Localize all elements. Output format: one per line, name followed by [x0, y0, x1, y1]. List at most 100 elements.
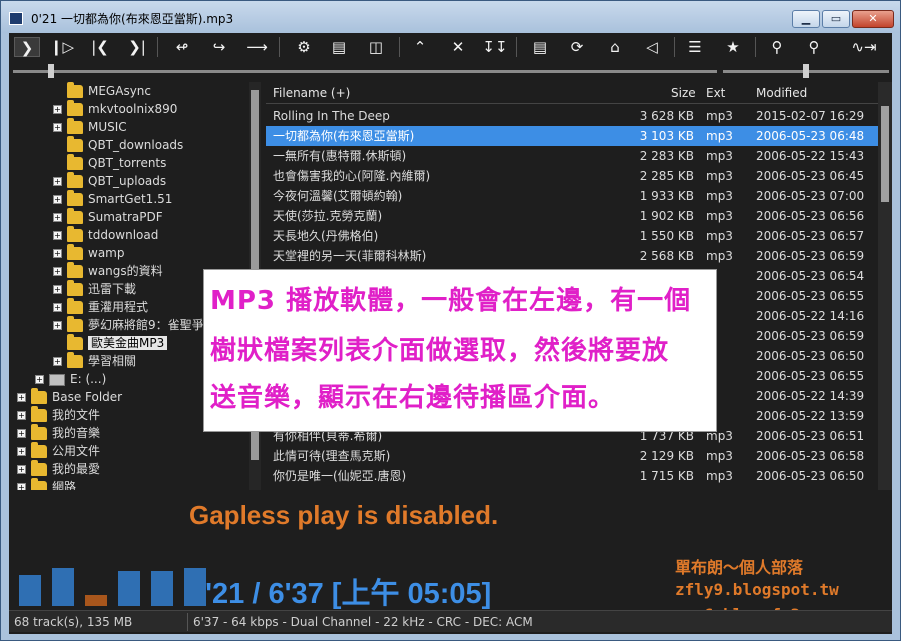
list-scroll-thumb[interactable] — [881, 106, 889, 202]
tree-item-label: wamp — [88, 246, 125, 260]
list-row[interactable]: 天長地久(丹佛格伯) 1 550 KB mp3 2006-05-23 06:57 — [266, 226, 878, 246]
expand-icon[interactable]: + — [35, 375, 44, 384]
tree-item[interactable]: + SmartGet1.51 — [53, 190, 172, 208]
sidebar-icon[interactable]: ◫ — [363, 37, 389, 57]
close-button[interactable]: ✕ — [852, 10, 894, 28]
row-modified: 2006-05-23 06:56 — [756, 209, 865, 223]
tree-item[interactable]: 歐美金曲MP3 — [53, 334, 168, 352]
tree-item[interactable]: MEGAsync — [53, 82, 151, 100]
expand-icon[interactable]: + — [17, 429, 26, 438]
tree-item[interactable]: QBT_torrents — [53, 154, 166, 172]
zoom-icon[interactable]: ⚲ — [801, 37, 827, 57]
tree-item[interactable]: + wamp — [53, 244, 124, 262]
refresh-icon[interactable]: ⟳ — [564, 37, 590, 57]
star-icon[interactable]: ★ — [720, 37, 746, 57]
visualizer-icon[interactable]: ∿⇥ — [843, 37, 885, 57]
header-filename[interactable]: Filename (+) — [273, 86, 350, 100]
seek-track[interactable] — [13, 70, 717, 73]
play-pause-icon[interactable]: ❙▷ — [49, 37, 75, 57]
sort-icon[interactable]: ↧↧ — [482, 37, 508, 57]
list-row[interactable]: 也會傷害我的心(阿隆.內維爾) 2 285 KB mp3 2006-05-23 06:… — [266, 166, 878, 186]
expand-icon[interactable]: + — [17, 465, 26, 474]
list-scrollbar[interactable] — [878, 82, 892, 490]
expand-icon[interactable]: + — [53, 123, 62, 132]
title-bar[interactable]: 0'21 一切都為你(布來恩亞當斯).mp3 ▁ ▭ ✕ — [1, 1, 900, 33]
panel-icon[interactable]: ▤ — [527, 37, 553, 57]
status-tracks: 68 track(s), 135 MB — [14, 615, 133, 629]
home-icon[interactable]: ⌂ — [602, 37, 628, 57]
list-row[interactable]: 你仍是唯一(仙妮亞.唐恩) 1 715 KB mp3 2006-05-23 06:50 — [266, 466, 878, 486]
expand-icon[interactable]: + — [53, 357, 62, 366]
tree-item[interactable]: QBT_downloads — [53, 136, 183, 154]
expand-icon[interactable]: + — [53, 195, 62, 204]
visualizer-bar — [52, 568, 74, 606]
tree-item[interactable]: + 我的最愛 — [17, 460, 100, 478]
expand-icon[interactable]: + — [53, 267, 62, 276]
list-row[interactable]: 今夜何溫馨(艾爾頓約翰) 1 933 KB mp3 2006-05-23 07:00 — [266, 186, 878, 206]
tree-item[interactable]: + 學習相關 — [53, 352, 136, 370]
header-ext[interactable]: Ext — [706, 86, 725, 100]
tree-item[interactable]: + 公用文件 — [17, 442, 100, 460]
maximize-button[interactable]: ▭ — [822, 10, 850, 28]
tree-item[interactable]: + 迅雷下載 — [53, 280, 136, 298]
row-modified: 2006-05-22 14:16 — [756, 309, 865, 323]
expand-icon[interactable]: + — [17, 411, 26, 420]
tree-item[interactable]: + 夢幻麻將館9：雀聖爭 — [53, 316, 204, 334]
row-ext: mp3 — [706, 109, 733, 123]
tree-item[interactable]: + E: (...) — [35, 370, 106, 388]
close-icon[interactable]: ✕ — [445, 37, 471, 57]
toolbar-separator — [157, 37, 158, 57]
play-icon[interactable]: ❯ — [14, 37, 40, 57]
list-row[interactable]: 此情可待(理查馬克斯) 2 129 KB mp3 2006-05-23 06:58 — [266, 446, 878, 466]
repeat-arrow-icon[interactable]: ⟶ — [244, 37, 270, 57]
row-ext: mp3 — [706, 469, 733, 483]
app-icon[interactable] — [9, 12, 23, 25]
playlist-icon[interactable]: ☰ — [682, 37, 708, 57]
tree-item[interactable]: + 我的音樂 — [17, 424, 100, 442]
volume-knob[interactable] — [803, 64, 809, 78]
tree-item[interactable]: + wangs的資料 — [53, 262, 163, 280]
tree-item[interactable]: + tddownload — [53, 226, 158, 244]
row-filename: 也會傷害我的心(阿隆.內維爾) — [273, 169, 431, 183]
expand-icon[interactable]: + — [17, 483, 26, 490]
header-modified[interactable]: Modified — [756, 86, 807, 100]
add-folder-icon[interactable]: ↪ — [206, 37, 232, 57]
list-row[interactable]: Rolling In The Deep 3 628 KB mp3 2015-02-07… — [266, 106, 878, 126]
previous-icon[interactable]: |❮ — [87, 37, 113, 57]
row-modified: 2006-05-23 06:54 — [756, 269, 865, 283]
folder-icon — [67, 280, 83, 296]
expand-icon[interactable]: + — [17, 447, 26, 456]
tree-item[interactable]: + 網路 — [17, 478, 76, 490]
tree-item[interactable]: + QBT_uploads — [53, 172, 166, 190]
tree-item[interactable]: + 重灌用程式 — [53, 298, 148, 316]
header-size[interactable]: Size — [671, 86, 696, 100]
list-row[interactable]: 一切都為你(布來恩亞當斯) 3 103 KB mp3 2006-05-23 06:48 — [266, 126, 878, 146]
list-row[interactable]: 天使(莎拉.克勞克蘭) 1 902 KB mp3 2006-05-23 06:56 — [266, 206, 878, 226]
expand-icon[interactable]: + — [17, 393, 26, 402]
expand-icon[interactable]: + — [53, 105, 62, 114]
expand-icon[interactable]: + — [53, 303, 62, 312]
speaker-icon[interactable]: ◁ — [639, 37, 665, 57]
expand-icon[interactable]: + — [53, 231, 62, 240]
tree-item[interactable]: + SumatraPDF — [53, 208, 163, 226]
list-row[interactable]: 天堂裡的另一天(菲爾科林斯) 2 568 KB mp3 2006-05-23 06:5… — [266, 246, 878, 266]
tree-item[interactable]: + Base Folder — [17, 388, 122, 406]
expand-icon[interactable]: + — [53, 285, 62, 294]
open-folder-icon[interactable]: ↫ — [169, 37, 195, 57]
settings-icon[interactable]: ⚙ — [291, 37, 317, 57]
list-row[interactable]: 一無所有(惠特爾.休斯頓) 2 283 KB mp3 2006-05-22 15:43 — [266, 146, 878, 166]
next-icon[interactable]: ❯| — [124, 37, 150, 57]
expand-icon[interactable]: + — [53, 213, 62, 222]
tree-item[interactable]: + MUSIC — [53, 118, 127, 136]
seek-knob[interactable] — [48, 64, 55, 78]
row-modified: 2006-05-23 06:59 — [756, 329, 865, 343]
expand-icon[interactable]: + — [53, 321, 62, 330]
expand-icon[interactable]: + — [53, 177, 62, 186]
search-icon[interactable]: ⚲ — [764, 37, 790, 57]
expand-icon[interactable]: + — [53, 249, 62, 258]
tree-item[interactable]: + mkvtoolnix890 — [53, 100, 177, 118]
layout-icon[interactable]: ▤ — [326, 37, 352, 57]
chevron-up-icon[interactable]: ⌃ — [407, 37, 433, 57]
minimize-button[interactable]: ▁ — [792, 10, 820, 28]
tree-item[interactable]: + 我的文件 — [17, 406, 100, 424]
